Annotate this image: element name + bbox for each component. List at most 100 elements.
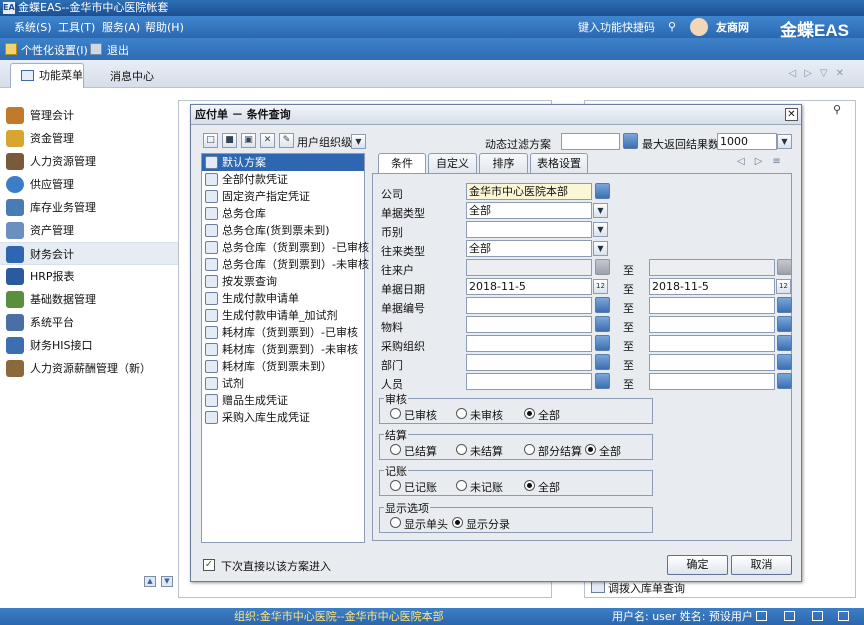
list-item[interactable]: 总务仓库(货到票未到) [202,222,364,239]
search-icon[interactable]: ⚲ [668,20,676,33]
menu-help[interactable]: 帮助(H) [145,19,184,35]
list-item[interactable]: 按发票查询 [202,273,364,290]
material-from-field[interactable] [466,316,592,333]
dept-from-field[interactable] [466,354,592,371]
list-item[interactable]: 耗材库（货到票未到） [202,358,364,375]
nav-item-hr-salary[interactable]: 人力资源薪酬管理（新） [0,357,178,380]
person-from-field[interactable] [466,373,592,390]
exit-button[interactable]: 退出 [107,42,129,58]
dynamic-filter-field[interactable] [561,133,620,150]
contact-from-field[interactable] [466,259,592,276]
tab-conditions[interactable]: 条件 [378,153,426,174]
radio-partial-settled[interactable]: 部分结算 [524,443,582,459]
tab-custom[interactable]: 自定义 [428,153,477,173]
bill-no-lookup-icon[interactable] [595,297,610,313]
list-item[interactable]: 生成付款申请单 [202,290,364,307]
bill-type-select[interactable]: 全部 [466,202,592,219]
status-icon[interactable] [812,611,823,621]
dept-to-lookup-icon[interactable] [777,354,792,370]
radio-audit-all[interactable]: 全部 [524,407,560,423]
save-icon[interactable]: ■ [222,133,237,148]
chevron-down-icon[interactable]: ▼ [593,241,608,256]
scheme-level-select[interactable]: 用户组织级 [297,134,352,150]
bill-date-to-field[interactable]: 2018-11-5 [649,278,775,295]
nav-item-fund[interactable]: 资金管理 [0,127,178,150]
personalize-button[interactable]: 个性化设置(I) [21,42,88,58]
dept-to-field[interactable] [649,354,775,371]
nav-item-hr[interactable]: 人力资源管理 [0,150,178,173]
contact-type-select[interactable]: 全部 [466,240,592,257]
list-item[interactable]: 耗材库（货到票到）-未审核 [202,341,364,358]
chevron-down-icon[interactable]: ▼ [351,134,366,149]
purchase-org-lookup-icon[interactable] [595,335,610,351]
radio-unaudited[interactable]: 未审核 [456,407,503,423]
tab-function-menu[interactable]: 功能菜单 [10,63,84,88]
bill-date-from-field[interactable]: 2018-11-5 [466,278,592,295]
cancel-button[interactable]: 取消 [731,555,792,575]
nav-item-inventory[interactable]: 库存业务管理 [0,196,178,219]
list-item[interactable]: 总务仓库（货到票到）-已审核 [202,239,369,256]
contact-to-field[interactable] [649,259,775,276]
radio-audited[interactable]: 已审核 [390,407,437,423]
dept-lookup-icon[interactable] [595,354,610,370]
save-as-icon[interactable]: ▣ [241,133,256,148]
tab-scroll-arrows[interactable]: ◁▷≡ [737,156,791,167]
search-icon[interactable]: ⚲ [833,103,841,116]
company-field[interactable]: 金华市中心医院本部 [466,183,592,200]
radio-settled[interactable]: 已结算 [390,443,437,459]
status-icon[interactable] [838,611,849,621]
status-icon[interactable] [784,611,795,621]
list-item[interactable]: 赠品生成凭证 [202,392,364,409]
list-item[interactable]: 调拨入库单查询 [608,580,685,596]
bill-no-from-field[interactable] [466,297,592,314]
purchase-org-to-lookup-icon[interactable] [777,335,792,351]
material-to-field[interactable] [649,316,775,333]
list-item[interactable]: 总务仓库（货到票到）-未审核 [202,256,369,273]
list-item[interactable]: 耗材库（货到票到）-已审核 [202,324,364,341]
radio-show-header[interactable]: 显示单头 [390,516,448,532]
ok-button[interactable]: 确定 [667,555,728,575]
scroll-down-button[interactable]: ▼ [161,576,173,587]
radio-settle-all[interactable]: 全部 [585,443,621,459]
tab-message-center[interactable]: 消息中心 [110,68,154,84]
nav-item-finance[interactable]: 财务会计 [0,242,178,265]
direct-enter-checkbox[interactable]: ✓ [203,559,215,571]
nav-item-asset[interactable]: 资产管理 [0,219,178,242]
filter-lookup-icon[interactable] [623,133,638,149]
material-lookup-icon[interactable] [595,316,610,332]
currency-select[interactable] [466,221,592,238]
tab-sort[interactable]: 排序 [479,153,528,173]
bill-no-to-lookup-icon[interactable] [777,297,792,313]
list-item[interactable]: 总务仓库 [202,205,364,222]
chevron-down-icon[interactable]: ▼ [777,134,792,149]
calendar-icon[interactable]: 12 [776,279,791,294]
chevron-down-icon[interactable]: ▼ [593,222,608,237]
new-icon[interactable]: □ [203,133,218,148]
close-icon[interactable]: ✕ [785,108,798,121]
nav-item-supply[interactable]: 供应管理 [0,173,178,196]
list-item[interactable]: 固定资产指定凭证 [202,188,364,205]
nav-item-master-data[interactable]: 基础数据管理 [0,288,178,311]
shortcut-input[interactable]: 键入功能快捷码 [578,19,655,35]
list-item[interactable]: 生成付款申请单_加试剂 [202,307,364,324]
person-lookup-icon[interactable] [595,373,610,389]
company-lookup-icon[interactable] [595,183,610,199]
edit-icon[interactable]: ✎ [279,133,294,148]
radio-posting-all[interactable]: 全部 [524,479,560,495]
radio-show-entries[interactable]: 显示分录 [452,516,510,532]
tab-table-settings[interactable]: 表格设置 [530,153,588,173]
person-to-field[interactable] [649,373,775,390]
list-item[interactable]: 试剂 [202,375,364,392]
person-to-lookup-icon[interactable] [777,373,792,389]
list-item[interactable]: 全部付款凭证 [202,171,364,188]
contact-lookup-icon[interactable] [595,259,610,275]
purchase-org-to-field[interactable] [649,335,775,352]
material-to-lookup-icon[interactable] [777,316,792,332]
chevron-down-icon[interactable]: ▼ [593,203,608,218]
radio-posted[interactable]: 已记账 [390,479,437,495]
list-item[interactable]: 采购入库生成凭证 [202,409,364,426]
contact-to-lookup-icon[interactable] [777,259,792,275]
nav-item-his-interface[interactable]: 财务HIS接口 [0,334,178,357]
calendar-icon[interactable]: 12 [593,279,608,294]
tab-nav-arrows[interactable]: ◁▷▽✕ [789,68,852,79]
